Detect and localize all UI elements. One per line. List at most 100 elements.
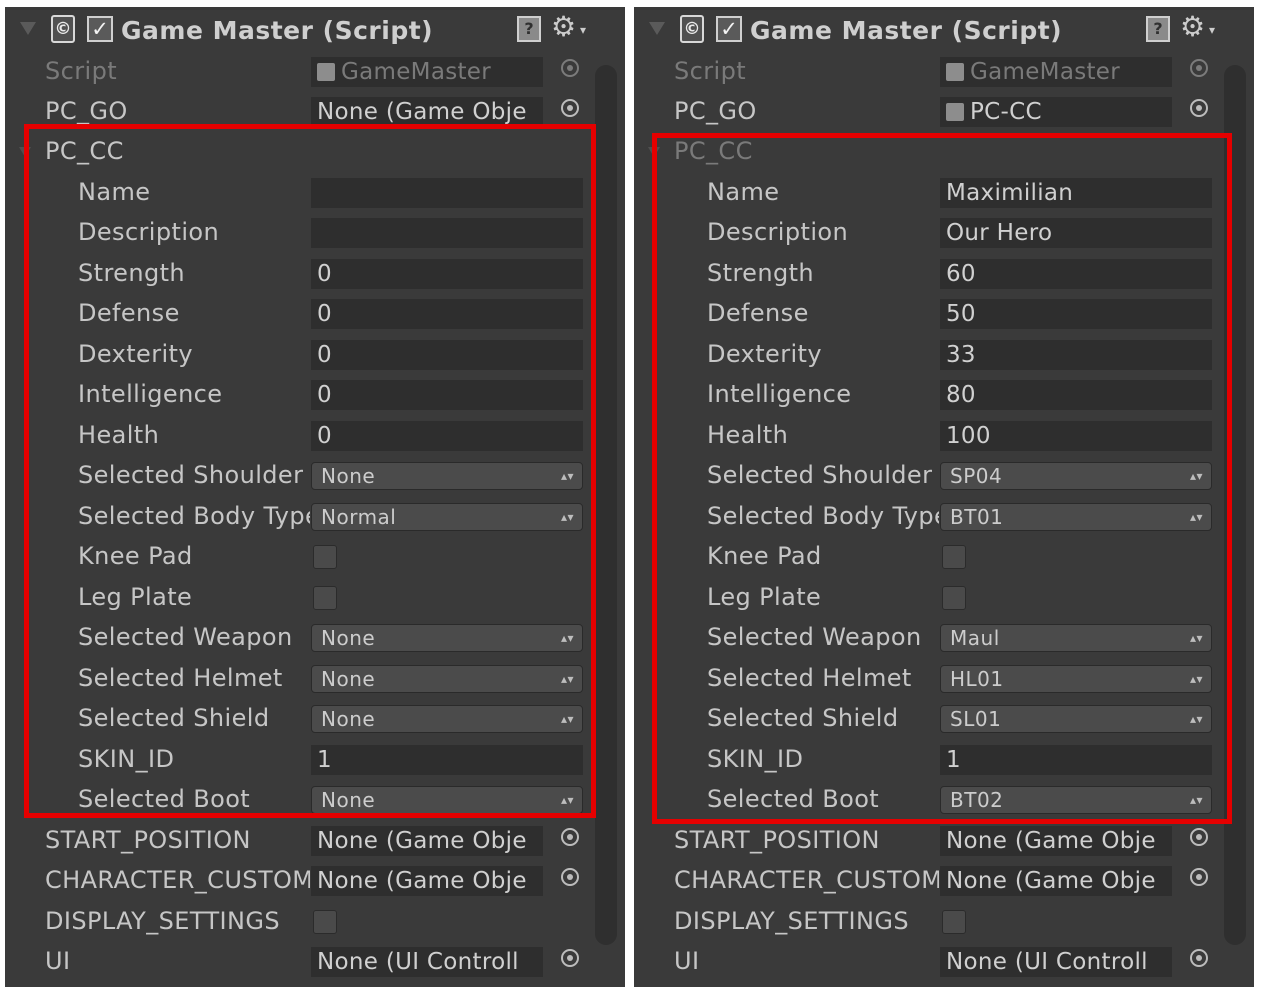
object-picker-icon[interactable] [1190, 99, 1208, 117]
character-custom-row: CHARACTER_CUSTOM None (Game Obje [634, 860, 1254, 900]
object-picker-icon[interactable] [561, 99, 579, 117]
object-picker-icon[interactable] [1190, 868, 1208, 886]
health-field[interactable]: 0 [311, 421, 583, 451]
pc-go-row: PC_GO PC-CC [634, 91, 1254, 131]
defense-field[interactable]: 0 [311, 299, 583, 329]
object-picker-icon[interactable] [561, 949, 579, 967]
selected-shield-label: Selected Shield [78, 704, 270, 732]
foldout-arrow-icon[interactable] [20, 22, 36, 35]
pc-go-field[interactable]: None (Game Obje [311, 97, 543, 127]
pc-cc-row[interactable]: PC_CC [5, 131, 625, 171]
gear-caret-icon: ▾ [1209, 23, 1216, 37]
character-custom-field[interactable]: None (Game Obje [940, 866, 1172, 896]
defense-label: Defense [707, 299, 809, 327]
skin-id-field[interactable]: 1 [940, 745, 1212, 775]
health-row: Health 100 [634, 415, 1254, 455]
object-picker-icon [561, 59, 579, 77]
display-settings-checkbox[interactable] [313, 910, 337, 934]
intelligence-row: Intelligence 0 [5, 374, 625, 414]
selected-boot-dropdown[interactable]: BT02 ▴▾ [940, 786, 1212, 814]
script-icon: © [680, 15, 704, 43]
object-picker-icon[interactable] [1190, 949, 1208, 967]
knee-pad-checkbox[interactable] [313, 545, 337, 569]
component-header[interactable]: © ✓ Game Master (Script) ? ⚙ ▾ [634, 7, 1254, 51]
vertical-scrollbar[interactable] [1224, 65, 1246, 945]
selected-shoulder-dropdown[interactable]: SP04 ▴▾ [940, 462, 1212, 490]
defense-field[interactable]: 50 [940, 299, 1212, 329]
ui-label: UI [674, 947, 700, 975]
selected-helmet-dropdown[interactable]: HL01 ▴▾ [940, 665, 1212, 693]
start-position-field[interactable]: None (Game Obje [940, 826, 1172, 856]
gear-icon[interactable]: ⚙ [551, 10, 576, 44]
intelligence-field[interactable]: 0 [311, 380, 583, 410]
selected-shield-dropdown[interactable]: SL01 ▴▾ [940, 705, 1212, 733]
help-book-icon[interactable]: ? [517, 16, 541, 42]
dexterity-row: Dexterity 0 [5, 334, 625, 374]
leg-plate-checkbox[interactable] [313, 586, 337, 610]
name-label: Name [78, 178, 151, 206]
dropdown-arrows-icon: ▴▾ [560, 469, 574, 483]
selected-shield-dropdown[interactable]: None ▴▾ [311, 705, 583, 733]
description-field[interactable] [311, 218, 583, 248]
pc-cc-foldout-icon[interactable] [648, 147, 660, 157]
component-title: Game Master (Script) [750, 16, 1063, 45]
gear-icon[interactable]: ⚙ [1180, 10, 1205, 44]
selected-shoulder-dropdown[interactable]: None ▴▾ [311, 462, 583, 490]
selected-weapon-dropdown[interactable]: None ▴▾ [311, 624, 583, 652]
intelligence-field[interactable]: 80 [940, 380, 1212, 410]
name-field[interactable]: Maximilian [940, 178, 1212, 208]
object-picker-icon[interactable] [561, 828, 579, 846]
skin-id-label: SKIN_ID [78, 745, 175, 773]
pc-cc-row[interactable]: PC_CC [634, 131, 1254, 171]
character-custom-field[interactable]: None (Game Obje [311, 866, 543, 896]
dropdown-arrows-icon: ▴▾ [560, 672, 574, 686]
selected-body-type-dropdown[interactable]: Normal ▴▾ [311, 503, 583, 531]
strength-field[interactable]: 0 [311, 259, 583, 289]
object-picker-icon[interactable] [561, 868, 579, 886]
foldout-arrow-icon[interactable] [649, 22, 665, 35]
pc-go-row: PC_GO None (Game Obje [5, 91, 625, 131]
dropdown-value: None [321, 464, 376, 488]
selected-shoulder-row: Selected Shoulder None ▴▾ [5, 455, 625, 495]
leg-plate-checkbox[interactable] [942, 586, 966, 610]
name-field[interactable] [311, 178, 583, 208]
selected-helmet-dropdown[interactable]: None ▴▾ [311, 665, 583, 693]
dropdown-arrows-icon: ▴▾ [560, 712, 574, 726]
dexterity-field[interactable]: 0 [311, 340, 583, 370]
display-settings-checkbox[interactable] [942, 910, 966, 934]
script-field[interactable]: GameMaster [311, 57, 543, 87]
selected-boot-dropdown[interactable]: None ▴▾ [311, 786, 583, 814]
character-custom-label: CHARACTER_CUSTOM [45, 866, 310, 894]
pc-go-field[interactable]: PC-CC [940, 97, 1172, 127]
health-field[interactable]: 100 [940, 421, 1212, 451]
selected-weapon-row: Selected Weapon None ▴▾ [5, 617, 625, 657]
defense-row: Defense 0 [5, 293, 625, 333]
display-settings-row: DISPLAY_SETTINGS [634, 901, 1254, 941]
selected-shield-row: Selected Shield SL01 ▴▾ [634, 698, 1254, 738]
pc-go-label: PC_GO [45, 97, 128, 125]
ui-field[interactable]: None (UI Controll [311, 947, 543, 977]
component-enabled-checkbox[interactable]: ✓ [87, 16, 113, 42]
start-position-field[interactable]: None (Game Obje [311, 826, 543, 856]
dexterity-field[interactable]: 33 [940, 340, 1212, 370]
defense-label: Defense [78, 299, 180, 327]
description-field[interactable]: Our Hero [940, 218, 1212, 248]
strength-field[interactable]: 60 [940, 259, 1212, 289]
selected-boot-label: Selected Boot [707, 785, 880, 813]
selected-body-type-dropdown[interactable]: BT01 ▴▾ [940, 503, 1212, 531]
vertical-scrollbar[interactable] [595, 65, 617, 945]
knee-pad-checkbox[interactable] [942, 545, 966, 569]
help-book-icon[interactable]: ? [1146, 16, 1170, 42]
dropdown-arrows-icon: ▴▾ [1189, 469, 1203, 483]
pc-go-label: PC_GO [674, 97, 757, 125]
component-header[interactable]: © ✓ Game Master (Script) ? ⚙ ▾ [5, 7, 625, 51]
component-enabled-checkbox[interactable]: ✓ [716, 16, 742, 42]
selected-weapon-dropdown[interactable]: Maul ▴▾ [940, 624, 1212, 652]
pc-cc-foldout-icon[interactable] [19, 147, 31, 157]
script-label: Script [674, 57, 747, 85]
skin-id-field[interactable]: 1 [311, 745, 583, 775]
object-picker-icon[interactable] [1190, 828, 1208, 846]
ui-field[interactable]: None (UI Controll [940, 947, 1172, 977]
script-field[interactable]: GameMaster [940, 57, 1172, 87]
selected-helmet-label: Selected Helmet [707, 664, 912, 692]
